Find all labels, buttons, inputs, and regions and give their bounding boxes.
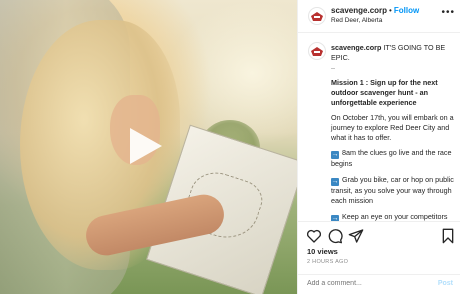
arrow-right-emoji-icon: → <box>331 151 339 160</box>
caption-section: scavenge.corp IT'S GOING TO BE EPIC. .. … <box>298 33 460 221</box>
mission-title: Mission 1 : Sign up for the next outdoor… <box>331 78 438 107</box>
header-user-line: scavenge.corp • Follow <box>331 6 419 15</box>
caption-avatar[interactable] <box>308 42 326 60</box>
bullet-text: Keep an eye on your competitors with our… <box>342 211 448 221</box>
caption-dots: .. <box>331 62 335 72</box>
like-heart-icon[interactable] <box>306 228 322 244</box>
comment-bubble-icon[interactable] <box>327 228 343 244</box>
post-comment-button[interactable]: Post <box>438 280 453 287</box>
play-icon[interactable] <box>130 128 162 164</box>
bullet-text: Grab you bike, car or hop on public tran… <box>331 175 454 205</box>
more-options-icon[interactable]: ••• <box>441 7 455 18</box>
location-link[interactable]: Red Deer, Alberta <box>331 17 382 24</box>
post-side-panel: scavenge.corp • Follow Red Deer, Alberta •… <box>297 0 460 294</box>
save-bookmark-icon[interactable] <box>440 228 456 244</box>
post-timestamp[interactable]: 2 HOURS AGO <box>307 259 348 265</box>
avatar[interactable] <box>308 7 326 25</box>
caption-text: scavenge.corp IT'S GOING TO BE EPIC. .. … <box>331 43 455 221</box>
post-actions: 10 views 2 HOURS AGO Post <box>298 221 460 295</box>
scavenge-logo-icon <box>311 47 323 56</box>
caption-paragraph: On October 17th, you will embark on a jo… <box>331 113 454 142</box>
post-header: scavenge.corp • Follow Red Deer, Alberta •… <box>298 0 460 33</box>
username-link[interactable]: scavenge.corp <box>331 6 387 15</box>
comment-row: Post <box>298 274 460 296</box>
caption-bullet-1: → 8am the clues go live and the race begi… <box>331 148 455 169</box>
post-video[interactable] <box>0 0 297 294</box>
separator-dot: • <box>389 6 392 15</box>
views-count[interactable]: 10 views <box>307 247 338 256</box>
bullet-text: 8am the clues go live and the race begin… <box>331 148 452 169</box>
follow-button[interactable]: Follow <box>394 6 419 15</box>
arrow-right-emoji-icon: → <box>331 178 339 187</box>
comment-input[interactable] <box>307 280 417 287</box>
scavenge-logo-icon <box>311 12 323 21</box>
share-paper-plane-icon[interactable] <box>348 228 364 244</box>
caption-username-link[interactable]: scavenge.corp <box>331 43 381 52</box>
caption-bullet-3: →Keep an eye on your competitors with ou… <box>331 212 455 221</box>
caption-bullet-2: → Grab you bike, car or hop on public tra… <box>331 175 455 205</box>
